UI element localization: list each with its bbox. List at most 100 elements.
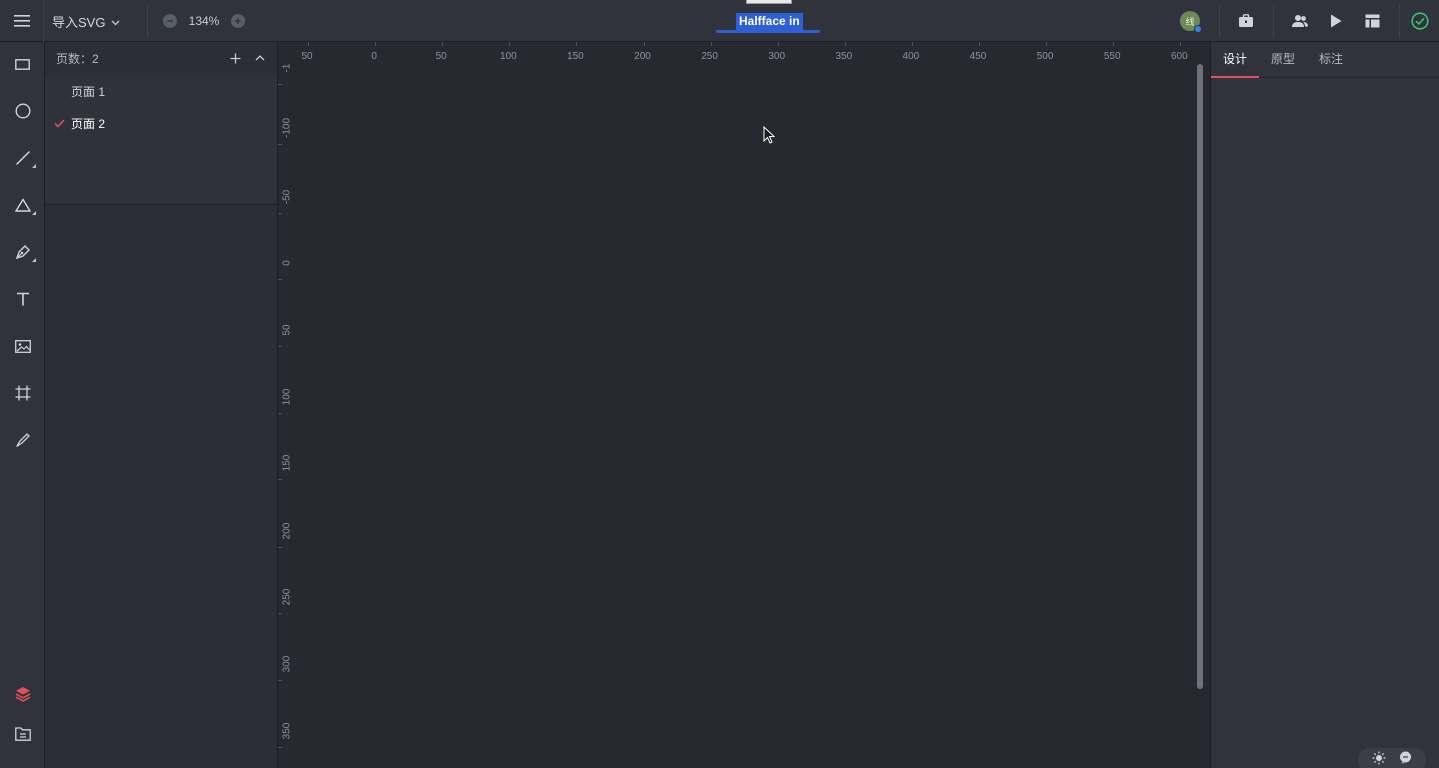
slice-tool[interactable] [0, 420, 45, 460]
import-svg-label: 导入SVG [52, 14, 106, 30]
horizontal-ruler: 50 0 50 100 150 200 250 300 350 400 450 500 550 600 [278, 42, 1210, 64]
image-icon [14, 339, 31, 353]
ellipse-icon [14, 103, 31, 119]
ruler-tick-mark [278, 613, 282, 614]
ellipse-tool[interactable] [0, 91, 45, 131]
ruler-tick-label: 200 [281, 522, 293, 540]
page-count: 页数：2 [56, 52, 99, 66]
import-svg-dropdown[interactable]: 导入SVG [52, 0, 120, 42]
ruler-tick-mark [308, 42, 309, 46]
ruler-tick-mark [911, 42, 913, 46]
ruler-tick-label: 300 [768, 51, 786, 62]
help-toolbar [1358, 748, 1426, 768]
ruler-tick-mark [844, 42, 846, 46]
ruler-tick-label: 150 [281, 454, 293, 472]
slice-icon [15, 433, 30, 448]
vertical-scrollbar[interactable] [1197, 64, 1203, 689]
zoom-control: 134% [163, 0, 245, 42]
design-canvas[interactable]: 50 0 50 100 150 200 250 300 350 400 450 500 550 600 -… [278, 42, 1210, 768]
ruler-tick-mark [278, 479, 282, 480]
ruler-tick-mark [509, 42, 511, 46]
add-page-icon[interactable] [227, 50, 243, 66]
hamburger-menu-icon[interactable] [0, 0, 44, 42]
ruler-tick-label: 400 [902, 51, 920, 62]
layout-icon[interactable] [1354, 0, 1390, 42]
document-title-text[interactable]: Halfface in [736, 13, 803, 30]
ruler-tick-label: 50 [435, 51, 447, 62]
ruler-tick-label: 600 [1170, 51, 1188, 62]
line-tool[interactable] [0, 138, 45, 178]
ruler-tick-mark [278, 346, 282, 347]
user-avatar[interactable]: 线 [1180, 11, 1202, 33]
tab-prototype[interactable]: 原型 [1259, 50, 1307, 77]
pen-tool[interactable] [0, 232, 45, 272]
page-item-active[interactable]: 页面 2 [45, 107, 277, 139]
mouse-cursor-icon [763, 125, 776, 149]
ruler-tick-label: 50 [281, 324, 293, 336]
online-status-dot [1194, 25, 1202, 33]
ruler-tick-mark [278, 680, 282, 681]
rectangle-tool[interactable] [0, 44, 45, 84]
ruler-tick-mark [979, 42, 980, 46]
ruler-tick-label: 200 [634, 51, 651, 62]
ruler-tick-label: -100 [281, 117, 293, 139]
toolbar-divider [1273, 4, 1274, 38]
ruler-tick-label: 300 [281, 655, 293, 673]
play-icon[interactable] [1318, 0, 1354, 42]
zoom-level[interactable]: 134% [177, 14, 231, 28]
zoom-out-button[interactable] [163, 14, 177, 28]
image-tool[interactable] [0, 326, 45, 366]
assets-tool[interactable] [0, 714, 45, 754]
zoom-in-button[interactable] [231, 14, 245, 28]
ruler-tick-label: 50 [301, 51, 313, 62]
ruler-tick-label: -50 [281, 189, 293, 205]
page-list: 页面 1 页面 2 [45, 75, 277, 205]
ruler-tick-mark [1046, 42, 1048, 46]
text-icon [16, 292, 29, 306]
document-thumbnail [746, 0, 792, 4]
page-item-label: 页面 2 [71, 116, 106, 131]
pages-header: 页数：2 [45, 42, 277, 75]
ruler-tick-label: 100 [281, 388, 293, 406]
inspector-panel: 设计 原型 标注 [1210, 42, 1439, 768]
layers-tool[interactable] [0, 674, 45, 714]
chevron-down-icon [111, 14, 120, 29]
ruler-tick-label: 500 [1036, 51, 1054, 62]
ruler-tick-mark [375, 42, 377, 46]
page-item-label: 页面 1 [71, 84, 106, 99]
team-icon[interactable] [1282, 0, 1318, 42]
document-title[interactable]: Halfface in [716, 0, 820, 42]
ruler-tick-mark [278, 747, 282, 748]
tab-annotation[interactable]: 标注 [1307, 50, 1355, 77]
triangle-tool[interactable] [0, 185, 45, 225]
inspector-tabs: 设计 原型 标注 [1211, 42, 1439, 78]
check-icon [54, 117, 65, 131]
ruler-tick-label: 550 [1103, 51, 1121, 62]
title-selection-underline [716, 30, 820, 33]
text-tool[interactable] [0, 279, 45, 319]
tool-sidebar [0, 42, 45, 768]
toolbar-divider [1399, 4, 1400, 38]
layers-icon [15, 687, 30, 702]
ruler-tick-mark [278, 144, 282, 145]
theme-toggle-icon[interactable] [1372, 751, 1386, 768]
pen-icon [15, 245, 30, 260]
ruler-tick-label: 350 [835, 51, 853, 62]
submenu-indicator [32, 164, 36, 168]
top-bar: 导入SVG 134% Halfface in 线 [0, 0, 1439, 42]
toolbar-divider [147, 4, 148, 38]
line-icon [15, 150, 30, 166]
assets-icon [14, 727, 31, 741]
ruler-tick-mark [278, 547, 282, 548]
vertical-ruler: -1 -100 -50 0 50 100 150 200 250 300 350 [278, 64, 300, 768]
page-item[interactable]: 页面 1 [45, 75, 277, 107]
chevron-up-icon[interactable] [252, 50, 268, 66]
chat-icon[interactable] [1399, 751, 1412, 768]
ruler-tick-label: 350 [281, 722, 293, 740]
saved-check-icon[interactable] [1402, 0, 1438, 42]
artboard-tool[interactable] [0, 373, 45, 413]
toolbox-icon[interactable] [1228, 0, 1264, 42]
ruler-tick-mark [278, 279, 282, 280]
tab-design[interactable]: 设计 [1211, 50, 1260, 78]
ruler-tick-mark [442, 42, 444, 46]
